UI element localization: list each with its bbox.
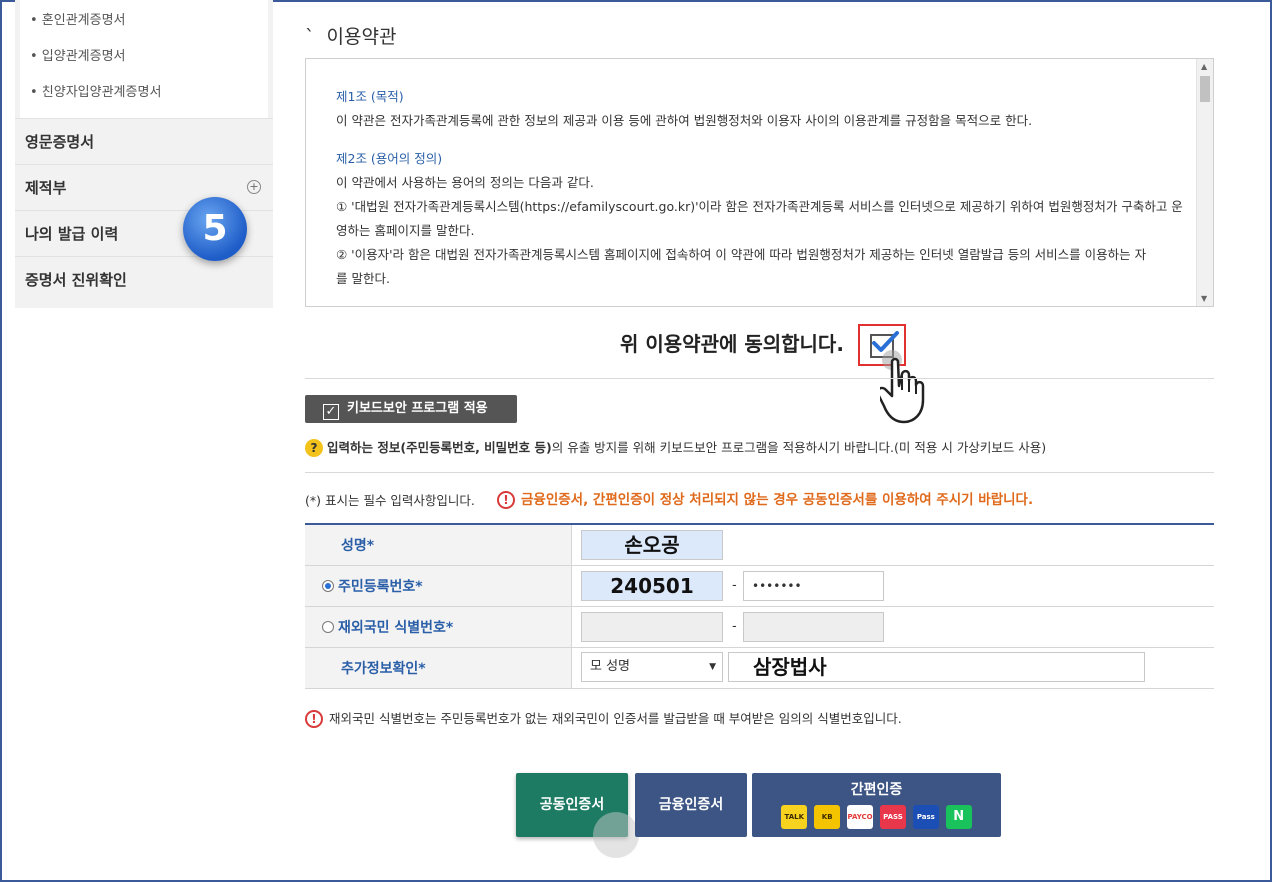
divider (305, 472, 1214, 473)
scrollbar-thumb[interactable] (1200, 76, 1210, 102)
rrn-radio[interactable] (322, 579, 334, 592)
expand-plus-icon[interactable]: + (247, 180, 261, 194)
sidebar: • 혼인관계증명서 • 입양관계증명서 • 친양자입양관계증명서 영문증명서 제… (15, 0, 273, 308)
payco-icon: PAYCO (847, 805, 874, 829)
question-icon: ? (305, 439, 323, 457)
required-note: (*) 표시는 필수 입력사항입니다. (305, 493, 475, 508)
terms-article-text: ① '대법원 전자가족관계등록시스템(https://efamilyscourt… (336, 199, 1183, 214)
section-title: ˋ 이용약관 (305, 22, 396, 49)
sidebar-item-english-cert[interactable]: 영문증명서 (15, 118, 273, 164)
terms-article-text: 영하는 홈페이지를 말한다. (336, 223, 475, 238)
kb-icon: KB (814, 805, 841, 829)
foreign-id-note: ! 재외국민 식별번호는 주민등록번호가 없는 재외국민이 인증서를 발급받을 때… (305, 708, 902, 728)
finance-cert-button[interactable]: 금융인증서 (635, 773, 747, 837)
simple-auth-label: 간편인증 (850, 782, 903, 798)
sidebar-item-label: 제적부 (25, 179, 67, 197)
rrn-back-input[interactable]: ••••••• (743, 571, 884, 601)
scroll-up-arrow-icon[interactable]: ▲ (1201, 62, 1207, 71)
name-input[interactable]: 손오공 (581, 530, 723, 560)
terms-article-title: 제2조 (용어의 정의) (336, 151, 443, 166)
exclamation-icon: ! (305, 710, 323, 728)
foreign-id-dash: - (732, 619, 737, 634)
sidebar-submenu: • 혼인관계증명서 • 입양관계증명서 • 친양자입양관계증명서 (20, 0, 268, 118)
extra-info-select[interactable]: 모 성명 ▼ (581, 652, 723, 682)
terms-box[interactable]: 제1조 (목적) 이 약관은 전자가족관계등록에 관한 정보의 제공과 이용 등… (305, 58, 1214, 307)
extra-info-select-value: 모 성명 (590, 659, 631, 674)
pointer-hand-icon (880, 350, 925, 424)
keyboard-info-text: 의 유출 방지를 위해 키보드보안 프로그램을 적용하시기 바랍니다.(미 적용… (551, 440, 1047, 455)
step-number-badge: 5 (183, 197, 247, 261)
foreign-id-note-text: 재외국민 식별번호는 주민등록번호가 없는 재외국민이 인증서를 발급받을 때 … (329, 711, 902, 726)
foreign-id-radio[interactable] (322, 620, 334, 633)
terms-article-title: 제1조 (목적) (336, 89, 404, 104)
scroll-down-arrow-icon[interactable]: ▼ (1201, 294, 1207, 303)
name-label: 성명* (305, 524, 572, 566)
terms-scrollbar[interactable]: ▲ ▼ (1196, 59, 1213, 306)
extra-info-label: 추가정보확인* (305, 647, 572, 689)
keyboard-security-button[interactable]: ✓ 키보드보안 프로그램 적용 (305, 395, 517, 423)
terms-content: 제1조 (목적) 이 약관은 전자가족관계등록에 관한 정보의 제공과 이용 등… (336, 85, 1184, 291)
keyboard-info: ? 입력하는 정보(주민등록번호, 비밀번호 등)의 유출 방지를 위해 키보드보… (305, 437, 1046, 457)
rrn-label[interactable]: 주민등록번호* (305, 565, 572, 607)
foreign-id-label[interactable]: 재외국민 식별번호* (305, 606, 572, 648)
terms-article-text: ② '이용자'라 함은 대법원 전자가족관계등록시스템 홈페이지에 접속하여 이… (336, 247, 1147, 262)
simple-auth-icons: TALK KB PAYCO PASS Pass N (752, 805, 1001, 829)
rrn-dash: - (732, 578, 737, 593)
check-icon: ✓ (323, 404, 339, 420)
extra-info-input[interactable]: 삼장법사 (728, 652, 1145, 682)
divider (305, 378, 1214, 379)
simple-auth-button[interactable]: 간편인증 TALK KB PAYCO PASS Pass N (752, 773, 1001, 837)
rrn-front-input[interactable]: 240501 (581, 571, 723, 601)
terms-article-text: 를 말한다. (336, 271, 390, 286)
title-mark: ˋ (305, 26, 315, 48)
terms-article-text: 이 약관은 전자가족관계등록에 관한 정보의 제공과 이용 등에 관하여 법원행… (336, 113, 1033, 128)
title-text: 이용약관 (326, 26, 397, 48)
foreign-id-front-input[interactable] (581, 612, 723, 642)
sidebar-subitem-adoption[interactable]: • 입양관계증명서 (30, 46, 268, 82)
terms-article-text: 이 약관에서 사용하는 용어의 정의는 다음과 같다. (336, 175, 594, 190)
agree-label: 위 이용약관에 동의합니다. (620, 332, 844, 356)
kakao-talk-icon: TALK (781, 805, 808, 829)
sidebar-item-verify-cert[interactable]: 증명서 진위확인 (15, 256, 273, 302)
sidebar-subitem-marriage[interactable]: • 혼인관계증명서 (30, 10, 268, 46)
click-ripple (593, 812, 639, 858)
naver-icon: N (945, 805, 972, 829)
dropdown-arrow-icon: ▼ (709, 662, 716, 672)
keyboard-info-bold: 입력하는 정보(주민등록번호, 비밀번호 등) (327, 440, 552, 455)
foreign-id-back-input[interactable] (743, 612, 884, 642)
samsung-pass-icon: Pass (912, 805, 939, 829)
sidebar-subitem-full-adoption[interactable]: • 친양자입양관계증명서 (30, 82, 268, 118)
form-row-name: 성명* (305, 524, 1214, 566)
pass-icon: PASS (879, 805, 906, 829)
warning-message: ! 금융인증서, 간편인증이 정상 처리되지 않는 경우 공동인증서를 이용하여 … (497, 488, 1033, 509)
warning-text: 금융인증서, 간편인증이 정상 처리되지 않는 경우 공동인증서를 이용하여 주… (521, 492, 1034, 508)
exclamation-icon: ! (497, 491, 515, 509)
keyboard-security-label: 키보드보안 프로그램 적용 (347, 401, 488, 416)
